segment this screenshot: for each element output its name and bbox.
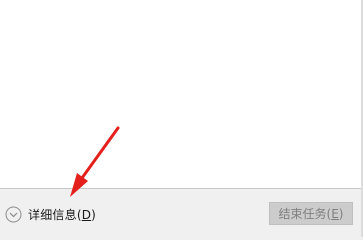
accelerator-key: E [331, 206, 339, 221]
process-list-area [0, 0, 363, 189]
more-details-toggle[interactable]: 详细信息(D) [5, 204, 96, 224]
task-manager-footer: 详细信息(D) 结束任务(E) [0, 189, 363, 237]
chevron-down-circle-icon [5, 206, 22, 222]
end-task-button[interactable]: 结束任务(E) [269, 202, 353, 225]
more-details-label: 详细信息(D) [28, 207, 97, 222]
accelerator-key: D [81, 207, 92, 222]
